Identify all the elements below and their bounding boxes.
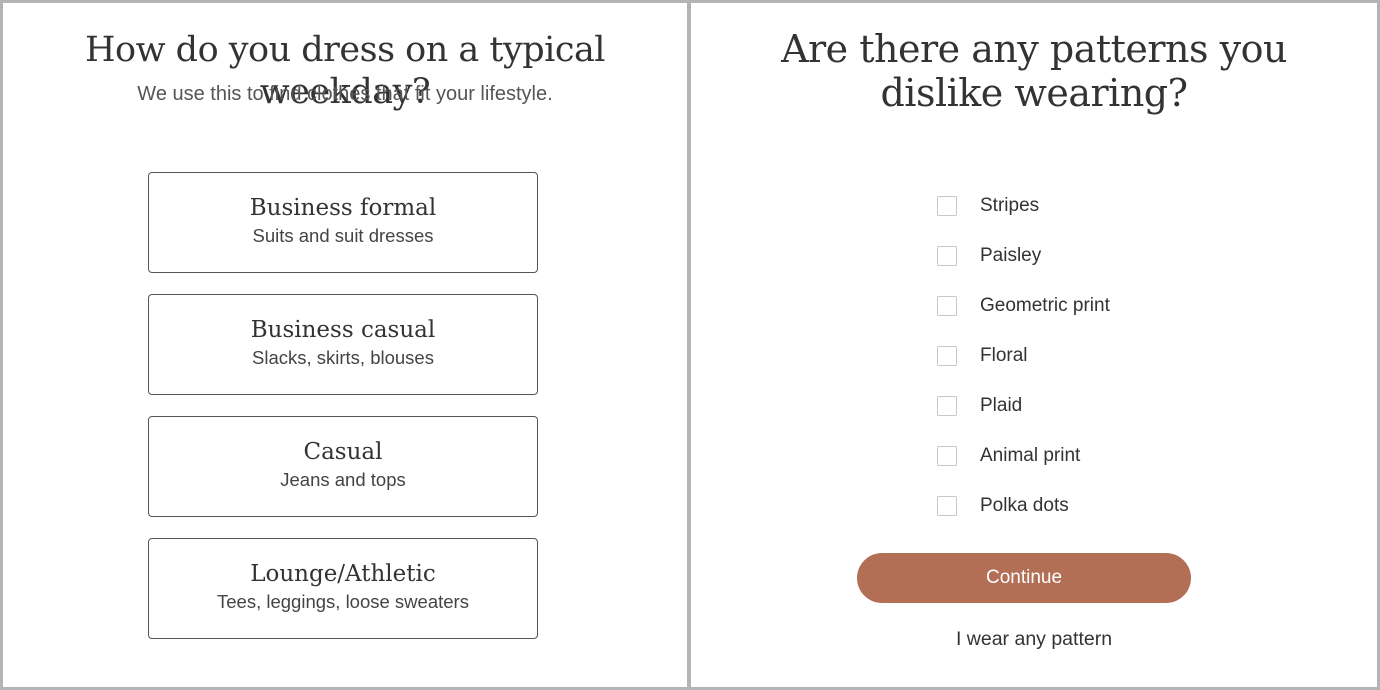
checkbox[interactable] xyxy=(937,496,957,516)
patterns-question-panel: Are there any patterns you dislike weari… xyxy=(691,3,1377,687)
pattern-label: Paisley xyxy=(980,245,1042,266)
lifestyle-options: Business formal Suits and suit dresses B… xyxy=(148,172,538,660)
pattern-item-stripes[interactable]: Stripes xyxy=(937,181,1110,231)
option-description: Suits and suit dresses xyxy=(252,225,434,246)
option-business-formal[interactable]: Business formal Suits and suit dresses xyxy=(148,172,538,273)
wear-any-pattern-link[interactable]: I wear any pattern xyxy=(691,628,1377,651)
option-business-casual[interactable]: Business casual Slacks, skirts, blouses xyxy=(148,294,538,395)
option-title: Lounge/Athletic xyxy=(250,561,436,587)
pattern-item-paisley[interactable]: Paisley xyxy=(937,231,1110,281)
checkbox[interactable] xyxy=(937,346,957,366)
option-casual[interactable]: Casual Jeans and tops xyxy=(148,416,538,517)
option-title: Casual xyxy=(303,439,383,465)
pattern-label: Floral xyxy=(980,345,1028,366)
pattern-label: Geometric print xyxy=(980,295,1110,316)
lifestyle-question-panel: How do you dress on a typical weekday? W… xyxy=(3,3,687,687)
option-title: Business casual xyxy=(250,317,436,343)
pattern-item-plaid[interactable]: Plaid xyxy=(937,381,1110,431)
continue-button[interactable]: Continue xyxy=(857,553,1191,603)
pattern-label: Polka dots xyxy=(980,495,1069,516)
checkbox[interactable] xyxy=(937,396,957,416)
pattern-checklist: Stripes Paisley Geometric print Floral P… xyxy=(937,181,1110,531)
option-description: Slacks, skirts, blouses xyxy=(252,347,434,368)
pattern-label: Stripes xyxy=(980,195,1040,216)
checkbox[interactable] xyxy=(937,446,957,466)
patterns-question-title: Are there any patterns you dislike weari… xyxy=(781,27,1287,115)
option-lounge-athletic[interactable]: Lounge/Athletic Tees, leggings, loose sw… xyxy=(148,538,538,639)
checkbox[interactable] xyxy=(937,196,957,216)
pattern-item-polka-dots[interactable]: Polka dots xyxy=(937,481,1110,531)
checkbox[interactable] xyxy=(937,246,957,266)
pattern-label: Plaid xyxy=(980,395,1023,416)
pattern-item-animal-print[interactable]: Animal print xyxy=(937,431,1110,481)
pattern-item-floral[interactable]: Floral xyxy=(937,331,1110,381)
option-title: Business formal xyxy=(249,195,437,221)
option-description: Jeans and tops xyxy=(280,469,406,490)
pattern-label: Animal print xyxy=(980,445,1081,466)
checkbox[interactable] xyxy=(937,296,957,316)
lifestyle-question-subtitle: We use this to find clothes that fit you… xyxy=(137,83,553,105)
pattern-item-geometric-print[interactable]: Geometric print xyxy=(937,281,1110,331)
option-description: Tees, leggings, loose sweaters xyxy=(217,591,469,612)
